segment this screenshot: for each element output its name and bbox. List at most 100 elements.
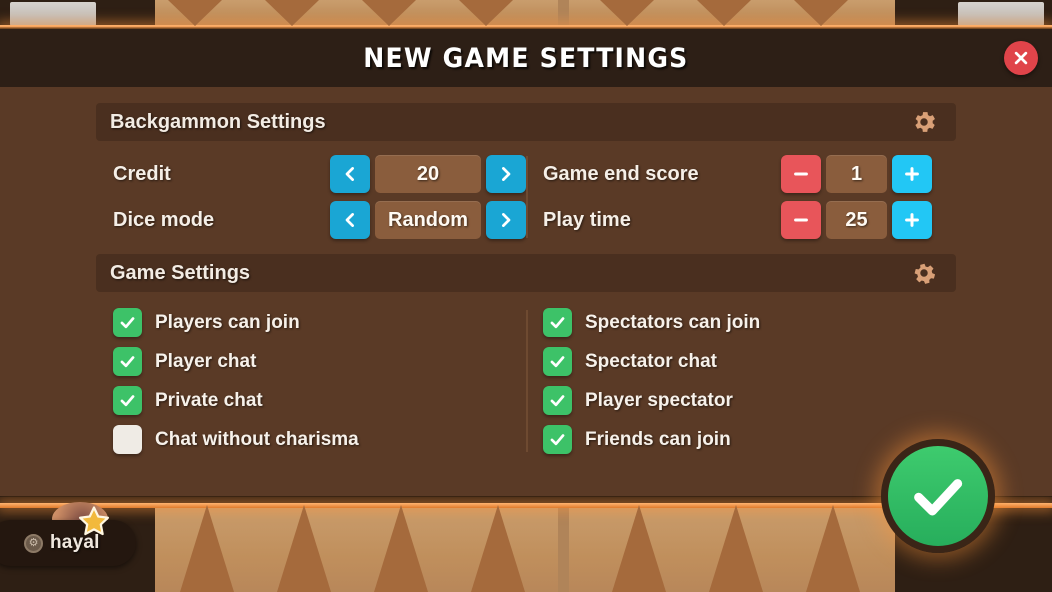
chevron-left-icon bbox=[341, 211, 359, 229]
checkbox-private-chat[interactable]: Private chat bbox=[96, 384, 526, 417]
section-header-game: Game Settings bbox=[96, 254, 956, 292]
checkbox-player-chat[interactable]: Player chat bbox=[96, 345, 526, 378]
board-point bbox=[265, 0, 319, 26]
settings-rows: Credit 20 Dice mode Random Game end scor… bbox=[96, 154, 956, 240]
gear-icon bbox=[904, 253, 944, 293]
play-time-increment-button[interactable] bbox=[892, 201, 932, 239]
checkbox-column-right: Spectators can join Spectator chat Playe… bbox=[526, 306, 956, 456]
board-point bbox=[277, 505, 331, 592]
credit-increment-button[interactable] bbox=[486, 155, 526, 193]
checkbox-label: Friends can join bbox=[585, 428, 731, 450]
checkbox-spectator-chat[interactable]: Spectator chat bbox=[526, 345, 956, 378]
check-icon bbox=[907, 465, 969, 527]
checkbox-indicator bbox=[543, 425, 572, 454]
dice-mode-previous-button[interactable] bbox=[330, 201, 370, 239]
board-point bbox=[471, 505, 525, 592]
section-header-backgammon: Backgammon Settings bbox=[96, 103, 956, 141]
checkbox-indicator bbox=[543, 347, 572, 376]
checkbox-players-can-join[interactable]: Players can join bbox=[96, 306, 526, 339]
board-midbar-bottom bbox=[558, 505, 569, 592]
checkbox-player-spectator[interactable]: Player spectator bbox=[526, 384, 956, 417]
checkbox-label: Player spectator bbox=[585, 389, 733, 411]
game-end-score-increment-button[interactable] bbox=[892, 155, 932, 193]
game-end-score-value: 1 bbox=[826, 155, 887, 193]
setting-label-play-time: Play time bbox=[543, 208, 631, 231]
dialog-body: Backgammon Settings Credit 20 Dice mode … bbox=[0, 87, 1052, 456]
stepper-play-time: 25 bbox=[781, 201, 932, 239]
chevron-right-icon bbox=[497, 211, 515, 229]
credit-value: 20 bbox=[375, 155, 481, 193]
board-midbar-top bbox=[558, 0, 569, 26]
board-tray-right bbox=[958, 2, 1044, 26]
board-point bbox=[374, 505, 428, 592]
checkbox-indicator bbox=[543, 386, 572, 415]
game-end-score-decrement-button[interactable] bbox=[781, 155, 821, 193]
board-point bbox=[180, 505, 234, 592]
checkbox-column-left: Players can join Player chat Private cha… bbox=[96, 306, 526, 456]
checkbox-indicator bbox=[113, 386, 142, 415]
checkbox-spectators-can-join[interactable]: Spectators can join bbox=[526, 306, 956, 339]
section-title-game: Game Settings bbox=[110, 261, 251, 284]
page-title: NEW GAME SETTINGS bbox=[363, 42, 689, 74]
checkbox-label: Players can join bbox=[155, 311, 300, 333]
confirm-button[interactable] bbox=[881, 439, 995, 553]
board-point bbox=[362, 0, 416, 26]
credit-decrement-button[interactable] bbox=[330, 155, 370, 193]
setting-row-game-end-score: Game end score 1 bbox=[526, 154, 956, 194]
board-tray-left bbox=[10, 2, 96, 26]
setting-label-game-end-score: Game end score bbox=[543, 162, 699, 185]
gear-icon: ⚙ bbox=[24, 533, 43, 553]
new-game-settings-dialog: NEW GAME SETTINGS Backgammon Settings Cr… bbox=[0, 28, 1052, 496]
setting-row-credit: Credit 20 bbox=[96, 154, 526, 194]
checkbox-indicator bbox=[113, 308, 142, 337]
board-point bbox=[600, 0, 654, 26]
board-point bbox=[709, 505, 763, 592]
checkbox-label: Chat without charisma bbox=[155, 428, 359, 450]
stepper-credit: 20 bbox=[330, 155, 526, 193]
setting-label-dice-mode: Dice mode bbox=[113, 208, 215, 231]
checkbox-grid: Players can join Player chat Private cha… bbox=[96, 306, 956, 456]
player-badge[interactable]: ⚙ hayal bbox=[0, 520, 136, 566]
section-title-backgammon: Backgammon Settings bbox=[110, 110, 326, 133]
minus-icon bbox=[791, 164, 811, 184]
chevron-right-icon bbox=[497, 165, 515, 183]
column-divider bbox=[526, 310, 528, 452]
close-icon bbox=[1012, 49, 1030, 67]
checkbox-label: Spectator chat bbox=[585, 350, 717, 372]
close-button[interactable] bbox=[1004, 41, 1038, 75]
gear-icon bbox=[910, 108, 938, 136]
board-point bbox=[168, 0, 222, 26]
play-time-decrement-button[interactable] bbox=[781, 201, 821, 239]
board-point bbox=[459, 0, 513, 26]
plus-icon bbox=[902, 210, 922, 230]
column-divider bbox=[526, 156, 528, 238]
dice-mode-next-button[interactable] bbox=[486, 201, 526, 239]
dice-mode-value: Random bbox=[375, 201, 481, 239]
checkbox-label: Private chat bbox=[155, 389, 263, 411]
stepper-dice-mode: Random bbox=[330, 201, 526, 239]
checkbox-indicator bbox=[113, 425, 142, 454]
dialog-titlebar: NEW GAME SETTINGS bbox=[0, 28, 1052, 87]
setting-label-credit: Credit bbox=[113, 162, 171, 185]
board-point bbox=[612, 505, 666, 592]
plus-icon bbox=[902, 164, 922, 184]
settings-rows-right: Game end score 1 Play time 25 bbox=[526, 154, 956, 240]
settings-rows-left: Credit 20 Dice mode Random bbox=[96, 154, 526, 240]
board-point bbox=[697, 0, 751, 26]
chevron-left-icon bbox=[341, 165, 359, 183]
checkbox-friends-can-join[interactable]: Friends can join bbox=[526, 423, 956, 456]
minus-icon bbox=[791, 210, 811, 230]
setting-row-dice-mode: Dice mode Random bbox=[96, 200, 526, 240]
play-time-value: 25 bbox=[826, 201, 887, 239]
checkbox-label: Spectators can join bbox=[585, 311, 761, 333]
checkbox-indicator bbox=[543, 308, 572, 337]
checkbox-chat-without-charisma[interactable]: Chat without charisma bbox=[96, 423, 526, 456]
board-bottom-wood bbox=[155, 505, 895, 592]
board-point bbox=[794, 0, 848, 26]
setting-row-play-time: Play time 25 bbox=[526, 200, 956, 240]
star-icon bbox=[76, 505, 112, 539]
checkbox-label: Player chat bbox=[155, 350, 257, 372]
stepper-game-end-score: 1 bbox=[781, 155, 932, 193]
checkbox-indicator bbox=[113, 347, 142, 376]
app-root: ⚙ hayal NEW GAME SETTINGS Backgammon Set… bbox=[0, 0, 1052, 592]
